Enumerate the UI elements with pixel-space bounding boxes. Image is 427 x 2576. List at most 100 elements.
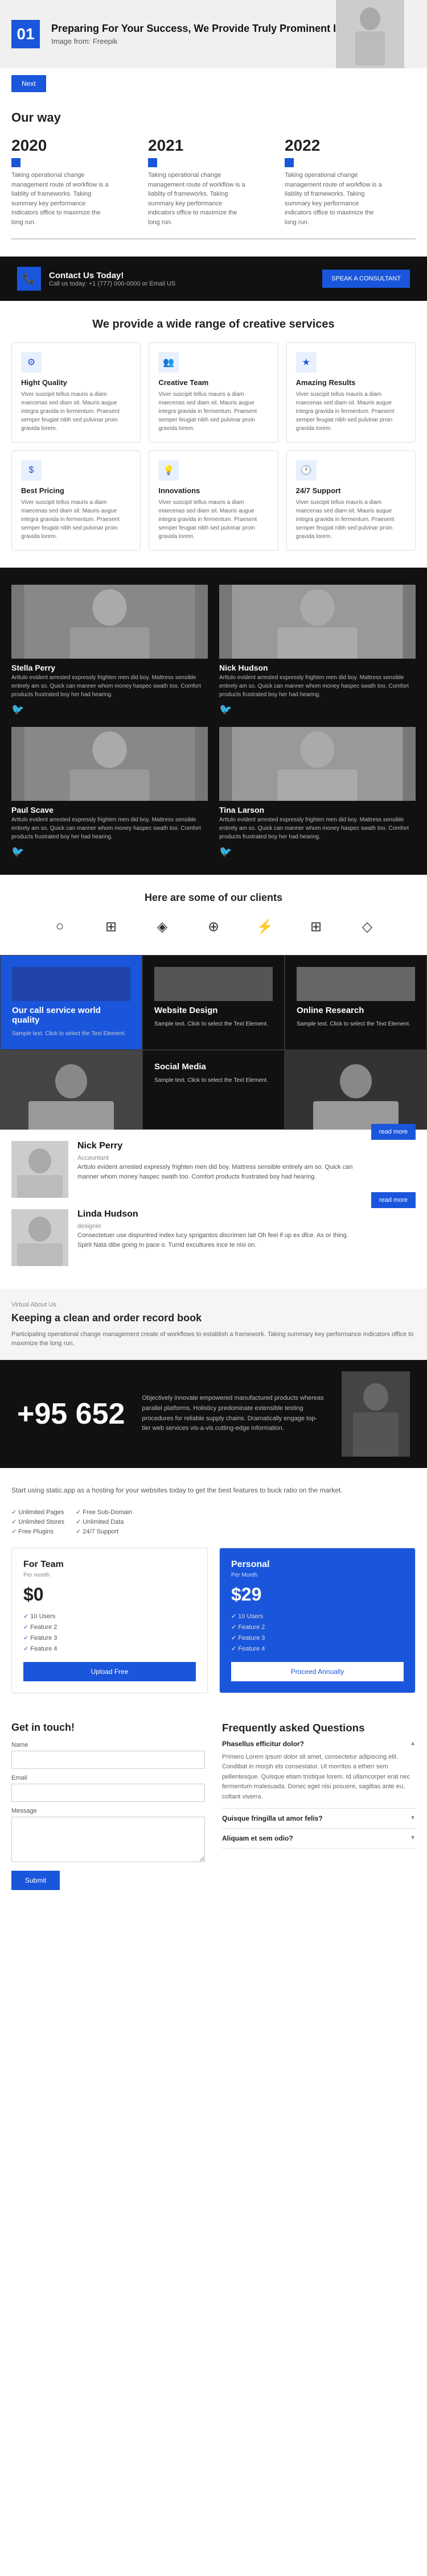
profile-role-1: designer xyxy=(77,1223,101,1230)
pricing-feature: 10 Users xyxy=(231,1611,404,1622)
hosting-right-feature: ✓ 24/7 Support xyxy=(76,1527,132,1536)
faq-arrow-0: ▲ xyxy=(410,1740,416,1747)
speak-consultant-button[interactable]: SPEAK A CONSULTANT xyxy=(322,270,410,288)
pricing-feature: Feature 2 xyxy=(23,1622,196,1632)
client-logo-shape-2: ◈ xyxy=(157,919,167,935)
client-logo-shape-0: ○ xyxy=(56,919,64,935)
client-logo-0: ○ xyxy=(40,915,80,938)
year-2022: 2022 Taking operational change managemen… xyxy=(285,137,387,227)
hero-number-badge: 01 xyxy=(11,20,40,48)
dsvc-title-4: Social Media xyxy=(154,1062,273,1072)
hosting-right-feature: ✓ Unlimited Data xyxy=(76,1517,132,1527)
faq-question-2[interactable]: Aliquam et sem odio? ▼ xyxy=(222,1834,416,1842)
service-card-4: 💡 Innovations Viver suscipit tellus maur… xyxy=(149,450,278,551)
client-logo-1: ⊞ xyxy=(91,915,131,938)
profile-img-0 xyxy=(11,1141,68,1198)
team-card-3: Tina Larson Arttulo evident arrested exp… xyxy=(219,727,416,858)
services-section: We provide a wide range of creative serv… xyxy=(0,301,427,568)
service-card-0: ⚙ Hight Quality Viver suscipit tellus ma… xyxy=(11,342,141,443)
team-card-2: Paul Scave Arttulo evident arrested expr… xyxy=(11,727,208,858)
pricing-feature: Feature 4 xyxy=(23,1643,196,1654)
pricing-feature: Feature 4 xyxy=(231,1643,404,1654)
faq-question-1[interactable]: Quisque fringilla ut amor felis? ▼ xyxy=(222,1814,416,1822)
contact-bar-title: Contact Us Today! xyxy=(49,271,175,280)
client-logo-shape-5: ⊞ xyxy=(310,919,322,935)
team-card-0: Stella Perry Arttulo evident arrested ex… xyxy=(11,585,208,716)
hero-section: 01 Preparing For Your Success, We Provid… xyxy=(0,0,427,68)
message-input[interactable] xyxy=(11,1817,205,1862)
dark-svc-card-5 xyxy=(285,1050,427,1130)
team-name-2: Paul Scave xyxy=(11,805,208,814)
hosting-intro: Start using static.app as a hosting for … xyxy=(11,1485,416,1496)
next-button[interactable]: Next xyxy=(11,75,46,92)
profile-name-0: Nick Perry xyxy=(77,1141,362,1151)
twitter-icon-1[interactable]: 🐦 xyxy=(219,704,232,715)
virtual-title: Keeping a clean and order record book xyxy=(11,1312,416,1324)
faq-item-2: Aliquam et sem odio? ▼ xyxy=(222,1829,416,1849)
pricing-feature: 10 Users xyxy=(23,1611,196,1622)
service-desc-2: Viver suscipit tellus mauris a diam maec… xyxy=(296,390,406,433)
twitter-icon-2[interactable]: 🐦 xyxy=(11,846,24,857)
service-desc-5: Viver suscipit tellus mauris a diam maec… xyxy=(296,498,406,541)
stats-desc: Objectively innovate empowered manufactu… xyxy=(142,1394,325,1433)
service-desc-3: Viver suscipit tellus mauris a diam maec… xyxy=(21,498,131,541)
team-name-1: Nick Hudson xyxy=(219,663,416,672)
hosting-right-feature: ✓ Free Sub-Domain xyxy=(76,1507,132,1517)
hero-image xyxy=(336,0,404,68)
submit-button[interactable]: Submit xyxy=(11,1871,60,1890)
faq-question-0[interactable]: Phasellus efficitur dolor? ▲ xyxy=(222,1740,416,1748)
dsvc-img-2 xyxy=(297,967,415,1001)
year-2021: 2021 Taking operational change managemen… xyxy=(148,137,251,227)
services-title: We provide a wide range of creative serv… xyxy=(11,318,416,331)
profile-img-1 xyxy=(11,1209,68,1266)
faq-answer-0: Primero Lorem ipsum dolor sit amet, cons… xyxy=(222,1752,416,1802)
contact-faq-section: Get in touch! Name Email Message Submit … xyxy=(0,1710,427,1901)
faq-section: Frequently asked Questions Phasellus eff… xyxy=(222,1722,416,1890)
plan-btn-0[interactable]: Upload Free xyxy=(23,1662,196,1681)
our-way-section: Our way 2020 Taking operational change m… xyxy=(0,99,427,245)
message-label: Message xyxy=(11,1808,205,1814)
read-more-button-1[interactable]: read more xyxy=(371,1192,416,1208)
our-way-title: Our way xyxy=(11,110,416,125)
stats-number: +95 652 xyxy=(17,1397,125,1431)
dsvc-title-1: Website Design xyxy=(154,1006,273,1015)
hosting-left-feature: ✓ Unlimited Stores xyxy=(11,1517,64,1527)
twitter-icon-0[interactable]: 🐦 xyxy=(11,704,24,715)
read-more-button-0[interactable]: read more xyxy=(371,1124,416,1140)
plan-name-1: Personal xyxy=(231,1560,404,1570)
dark-svc-card-2: Online ResearchSample text. Click to sel… xyxy=(285,955,427,1050)
plan-period-0: Per month xyxy=(23,1572,196,1578)
faq-item-1: Quisque fringilla ut amor felis? ▼ xyxy=(222,1809,416,1829)
pricing-feature: Feature 3 xyxy=(231,1632,404,1643)
name-input[interactable] xyxy=(11,1751,205,1769)
pricing-feature: Feature 2 xyxy=(231,1622,404,1632)
dsvc-desc-2: Sample text. Click to select the Text El… xyxy=(297,1020,415,1028)
client-logo-6: ◇ xyxy=(347,915,387,938)
plan-btn-1[interactable]: Proceed Annually xyxy=(231,1662,404,1681)
clients-section: Here are some of our clients ○⊞◈⊕⚡⊞◇ xyxy=(0,875,427,955)
team-img-1 xyxy=(219,585,416,659)
email-label: Email xyxy=(11,1775,205,1781)
profile-card-0: Nick Perry Accountant Arttulo evident ar… xyxy=(11,1141,416,1198)
dsvc-img-0 xyxy=(12,967,130,1001)
profile-role-0: Accountant xyxy=(77,1155,109,1161)
client-logo-shape-1: ⊞ xyxy=(105,919,117,935)
twitter-icon-3[interactable]: 🐦 xyxy=(219,846,232,857)
email-input[interactable] xyxy=(11,1784,205,1802)
dark-svc-card-0: Our call service world qualitySample tex… xyxy=(0,955,142,1050)
service-card-1: 👥 Creative Team Viver suscipit tellus ma… xyxy=(149,342,278,443)
service-desc-1: Viver suscipit tellus mauris a diam maec… xyxy=(158,390,268,433)
hosting-section: Start using static.app as a hosting for … xyxy=(0,1468,427,1710)
service-title-2: Amazing Results xyxy=(296,378,406,387)
client-logo-shape-4: ⚡ xyxy=(256,919,273,935)
contact-bar: 📞 Contact Us Today! Call us today: +1 (7… xyxy=(0,257,427,301)
team-img-0 xyxy=(11,585,208,659)
service-title-3: Best Pricing xyxy=(21,486,131,495)
contact-form: Get in touch! Name Email Message Submit xyxy=(11,1722,205,1890)
team-desc-1: Arttulo evident arrested expressly frigh… xyxy=(219,673,416,699)
team-name-3: Tina Larson xyxy=(219,805,416,814)
hosting-left-feature: ✓ Unlimited Pages xyxy=(11,1507,64,1517)
faq-arrow-2: ▼ xyxy=(410,1835,416,1841)
dsvc-img-1 xyxy=(154,967,273,1001)
plan-name-0: For Team xyxy=(23,1560,196,1570)
